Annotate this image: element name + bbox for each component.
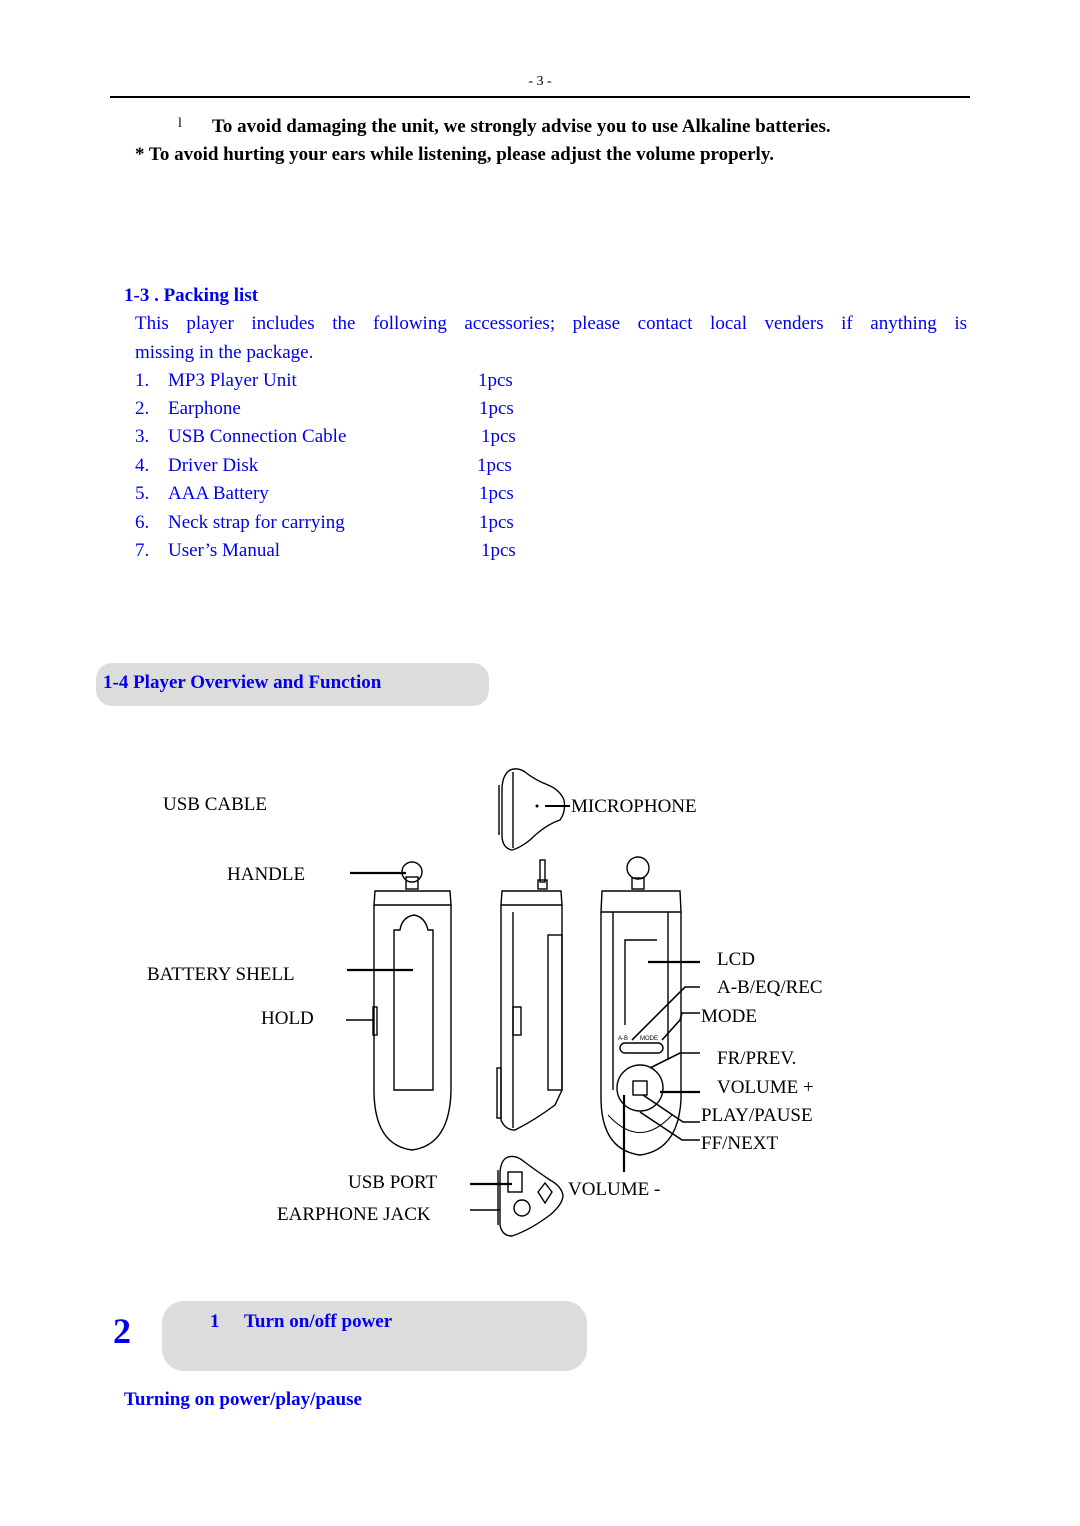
side-view-drawing [496,859,563,1131]
fr-prev-leader [649,1052,700,1069]
label-ff-next: FF/NEXT [701,1133,779,1154]
back-view-drawing [372,861,452,1151]
usb-cable-drawing [498,768,566,851]
device-ab-label: A-B [618,1036,628,1042]
bottom-view-drawing [497,1155,564,1237]
device-mode-label: MODE [640,1036,658,1042]
label-handle: HANDLE [227,864,306,885]
front-view-drawing [600,856,682,1156]
label-usb-cable: USB CABLE [163,794,267,815]
label-ab-eq-rec: A-B/EQ/REC [717,977,823,998]
label-volume-plus: VOLUME + [717,1077,814,1098]
player-diagram: A-B MODE [346,768,700,1237]
label-fr-prev: FR/PREV. [717,1048,797,1069]
section2-subheading: Turning on power/play/pause [124,1389,362,1410]
label-earphone-jack: EARPHONE JACK [277,1204,431,1225]
label-battery-shell: BATTERY SHELL [147,964,295,985]
label-volume-minus: VOLUME - [568,1179,661,1200]
label-microphone: MICROPHONE [571,796,697,817]
label-hold: HOLD [261,1008,314,1029]
label-lcd: LCD [717,949,755,970]
label-mode: MODE [701,1006,757,1027]
section2-sub-number: 1 [210,1311,220,1332]
chapter-number: 2 [113,1311,131,1351]
label-play-pause: PLAY/PAUSE [701,1105,813,1126]
microphone-hole [535,804,539,808]
ff-next-leader [639,1111,700,1141]
section2-title: Turn on/off power [244,1311,393,1332]
label-usb-port: USB PORT [348,1172,438,1193]
